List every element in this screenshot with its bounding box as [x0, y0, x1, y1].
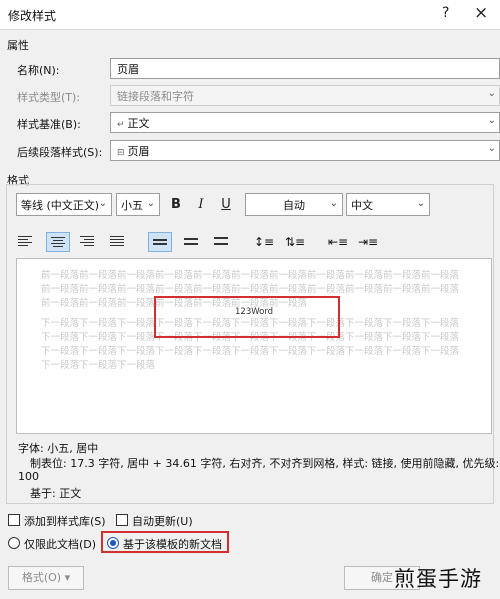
double-spacing-button[interactable]: [210, 232, 234, 252]
following-style-value: 页眉: [127, 145, 150, 158]
auto-update-checkbox[interactable]: [116, 514, 128, 526]
align-left-icon: [18, 236, 32, 248]
font-color-value: 自动: [283, 199, 305, 212]
font-select[interactable]: 等线 (中文正文) ⌄: [16, 193, 112, 216]
highlight-box: [154, 296, 340, 338]
line-spacing-button[interactable]: ↕≡: [252, 232, 276, 252]
chevron-down-icon: ⌄: [487, 115, 496, 126]
watermark-text: 煎蛋手游: [394, 567, 482, 591]
chevron-down-icon: ▾: [64, 571, 71, 584]
italic-button[interactable]: I: [190, 195, 212, 215]
ok-label: 确定: [371, 571, 393, 584]
style-type-label: 样式类型(T):: [17, 91, 81, 104]
paragraph-spacing-icon: ⇅≡: [284, 235, 306, 249]
auto-update-label[interactable]: 自动更新(U): [132, 513, 193, 529]
chevron-down-icon: ⌄: [487, 143, 496, 154]
justify-button[interactable]: [106, 232, 130, 252]
line-spacing-icon: ↕≡: [253, 235, 275, 249]
following-style-select[interactable]: ⊟ 页眉 ⌄: [110, 140, 500, 161]
decrease-indent-button[interactable]: ⇤≡: [326, 232, 350, 252]
chevron-down-icon: ⌄: [98, 198, 107, 209]
paragraph-mark-icon: ↵: [117, 120, 125, 130]
justify-icon: [110, 236, 124, 248]
font-color-select[interactable]: 自动 ⌄: [245, 193, 343, 216]
font-value: 等线 (中文正文): [21, 199, 100, 212]
add-to-gallery-label[interactable]: 添加到样式库(S): [24, 513, 106, 529]
style-description-line: 基于: 正文: [30, 487, 82, 500]
name-label: 名称(N):: [17, 64, 60, 77]
chevron-down-icon: ⌄: [329, 198, 338, 209]
add-to-gallery-checkbox[interactable]: [8, 514, 20, 526]
help-icon[interactable]: ?: [442, 5, 449, 21]
format-menu-button[interactable]: 格式(O) ▾: [8, 566, 84, 590]
decrease-indent-icon: ⇤≡: [327, 235, 349, 249]
align-right-button[interactable]: [76, 232, 100, 252]
increase-indent-icon: ⇥≡: [357, 235, 379, 249]
font-size-select[interactable]: 小五 ⌄: [116, 193, 160, 216]
script-select[interactable]: 中文 ⌄: [346, 193, 430, 216]
align-center-icon: [51, 237, 65, 249]
style-type-select: 链接段落和字符 ⌄: [110, 85, 500, 106]
double-spacing-icon: [214, 237, 228, 249]
align-left-button[interactable]: [14, 232, 38, 252]
name-input[interactable]: 页眉: [110, 58, 500, 79]
highlight-box: [101, 531, 229, 553]
only-this-document-label[interactable]: 仅限此文档(D): [24, 536, 96, 552]
following-style-label: 后续段落样式(S):: [17, 146, 103, 159]
font-size-value: 小五: [121, 199, 143, 212]
paragraph-spacing-button[interactable]: ⇅≡: [283, 232, 307, 252]
format-menu-label: 格式(O): [21, 571, 62, 584]
chevron-down-icon: ⌄: [487, 88, 496, 99]
align-center-button[interactable]: [46, 232, 70, 252]
only-this-document-radio[interactable]: [8, 537, 20, 549]
chevron-down-icon: ⌄: [146, 198, 155, 209]
style-based-on-value: 正文: [127, 117, 150, 130]
style-based-on-select[interactable]: ↵ 正文 ⌄: [110, 112, 500, 133]
style-description-line: 字体: 小五, 居中: [18, 442, 99, 455]
script-value: 中文: [351, 199, 373, 212]
linked-style-icon: ⊟: [117, 148, 125, 158]
style-preview: 前一段落前一段落前一段落前一段落前一段落前一段落前一段落前一段落前一段落前一段落…: [16, 258, 492, 434]
style-description-line: 100: [18, 470, 39, 483]
style-type-value: 链接段落和字符: [117, 90, 194, 103]
close-icon[interactable]: ×: [474, 3, 488, 23]
one-half-spacing-button[interactable]: [180, 232, 204, 252]
align-right-icon: [80, 236, 94, 248]
properties-section-label: 属性: [7, 39, 29, 52]
single-spacing-button[interactable]: [148, 232, 172, 252]
style-description-line: 制表位: 17.3 字符, 居中 + 34.61 字符, 右对齐, 不对齐到网格…: [30, 457, 500, 470]
name-value: 页眉: [117, 63, 139, 76]
style-based-on-label: 样式基准(B):: [17, 118, 81, 131]
dialog-title: 修改样式: [8, 9, 57, 23]
bold-button[interactable]: B: [165, 195, 187, 215]
title-bar: 修改样式 ? ×: [0, 0, 500, 30]
single-spacing-icon: [153, 239, 167, 251]
underline-button[interactable]: U: [215, 195, 237, 215]
chevron-down-icon: ⌄: [416, 198, 425, 209]
increase-indent-button[interactable]: ⇥≡: [356, 232, 380, 252]
one-half-spacing-icon: [184, 238, 198, 250]
